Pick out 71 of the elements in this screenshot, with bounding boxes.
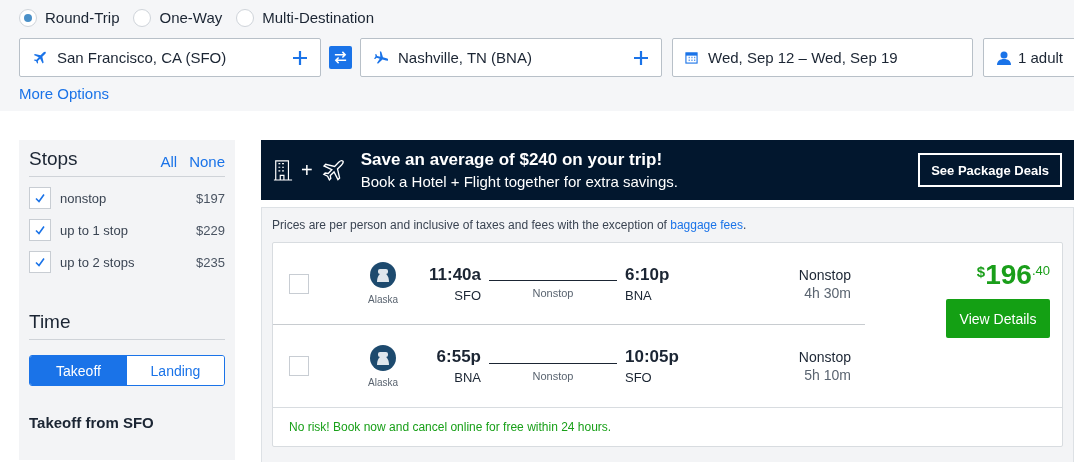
departure-airport: BNA (454, 370, 481, 385)
time-tab[interactable]: Landing (127, 356, 224, 385)
check-icon (34, 256, 46, 268)
route-label: Nonstop (489, 280, 617, 299)
departure-time: 6:55p (436, 347, 481, 367)
package-deals-button[interactable]: See Package Deals (918, 153, 1062, 187)
stop-option-label: up to 2 stops (60, 254, 135, 270)
plus-icon[interactable] (633, 49, 649, 66)
airline-name: Alaska (368, 294, 398, 305)
stop-option-label: up to 1 stop (60, 222, 128, 238)
check-icon (34, 224, 46, 236)
arrival-airport: SFO (625, 370, 653, 385)
check-icon (34, 192, 46, 204)
arrival-time: 10:05p (625, 347, 680, 367)
route-label: Nonstop (489, 362, 617, 382)
airplane-icon (32, 50, 47, 65)
price-cents: .40 (1031, 263, 1050, 278)
airplane-icon (320, 158, 345, 182)
guarantee-note: No risk! Book now and cancel online for free within 24 hours. (273, 407, 1062, 446)
flight-duration: 5h 10m (804, 367, 851, 383)
airline-name: Alaska (368, 376, 398, 388)
radio-button[interactable] (19, 8, 37, 27)
plus-sign: + (301, 158, 313, 182)
takeoff-heading: Takeoff from SFO (29, 414, 155, 431)
hotel-icon (273, 158, 293, 182)
destination-field[interactable]: Nashville, TN (BNA) (360, 38, 662, 77)
arrival-airport: BNA (625, 287, 653, 303)
more-options-link[interactable]: More Options (19, 85, 110, 102)
banner-subline: Book a Hotel + Flight together for extra savings. (360, 173, 678, 190)
time-heading: Time (29, 311, 71, 333)
stop-price: $235 (196, 254, 225, 270)
radio-button[interactable] (236, 8, 255, 27)
checkbox[interactable] (29, 187, 51, 209)
calendar-icon (685, 51, 698, 64)
time-tab[interactable]: Takeoff (30, 356, 127, 385)
radio-label: Round-Trip (45, 9, 120, 26)
checkbox[interactable] (289, 273, 309, 294)
stop-price: $197 (196, 190, 225, 206)
airline-logo-icon (370, 262, 396, 288)
price-amount: 196 (985, 259, 1032, 291)
radio-button[interactable] (133, 8, 152, 27)
plus-icon[interactable] (292, 49, 308, 66)
view-details-button[interactable]: View Details (946, 299, 1050, 338)
stop-option-label: nonstop (60, 190, 107, 206)
radio-label: One-Way (159, 9, 223, 26)
stops-label: Nonstop (798, 349, 851, 365)
flight-duration: 4h 30m (804, 284, 851, 301)
stops-heading: Stops (29, 148, 78, 170)
swap-button[interactable] (329, 46, 352, 69)
date-field[interactable]: Wed, Sep 12 – Wed, Sep 19 (672, 38, 973, 77)
radio-label: Multi-Destination (262, 9, 374, 26)
departure-airport: SFO (454, 287, 481, 303)
currency-symbol: $ (976, 263, 986, 280)
none-link[interactable]: None (189, 153, 225, 170)
arrival-time: 6:10p (625, 264, 671, 285)
baggage-fees-link[interactable]: baggage fees (670, 218, 743, 232)
departure-time: 11:40a (429, 264, 481, 285)
person-icon (996, 49, 1012, 66)
airline-logo-icon (370, 344, 396, 371)
stop-price: $229 (196, 222, 225, 238)
banner-headline: Save an average of $240 on your trip! (360, 150, 664, 170)
airplane-icon (373, 50, 388, 65)
checkbox[interactable] (289, 356, 309, 376)
checkbox[interactable] (29, 251, 51, 273)
checkbox[interactable] (29, 219, 51, 241)
all-link[interactable]: All (160, 153, 178, 170)
origin-field[interactable]: San Francisco, CA (SFO) (19, 38, 321, 77)
travelers-field[interactable]: 1 adult (983, 38, 1074, 77)
stops-label: Nonstop (798, 266, 851, 283)
swap-arrows-icon (333, 50, 348, 65)
price-notice: Prices are per person and inclusive of taxes and fees with the exception of baggage fees. (272, 218, 748, 232)
